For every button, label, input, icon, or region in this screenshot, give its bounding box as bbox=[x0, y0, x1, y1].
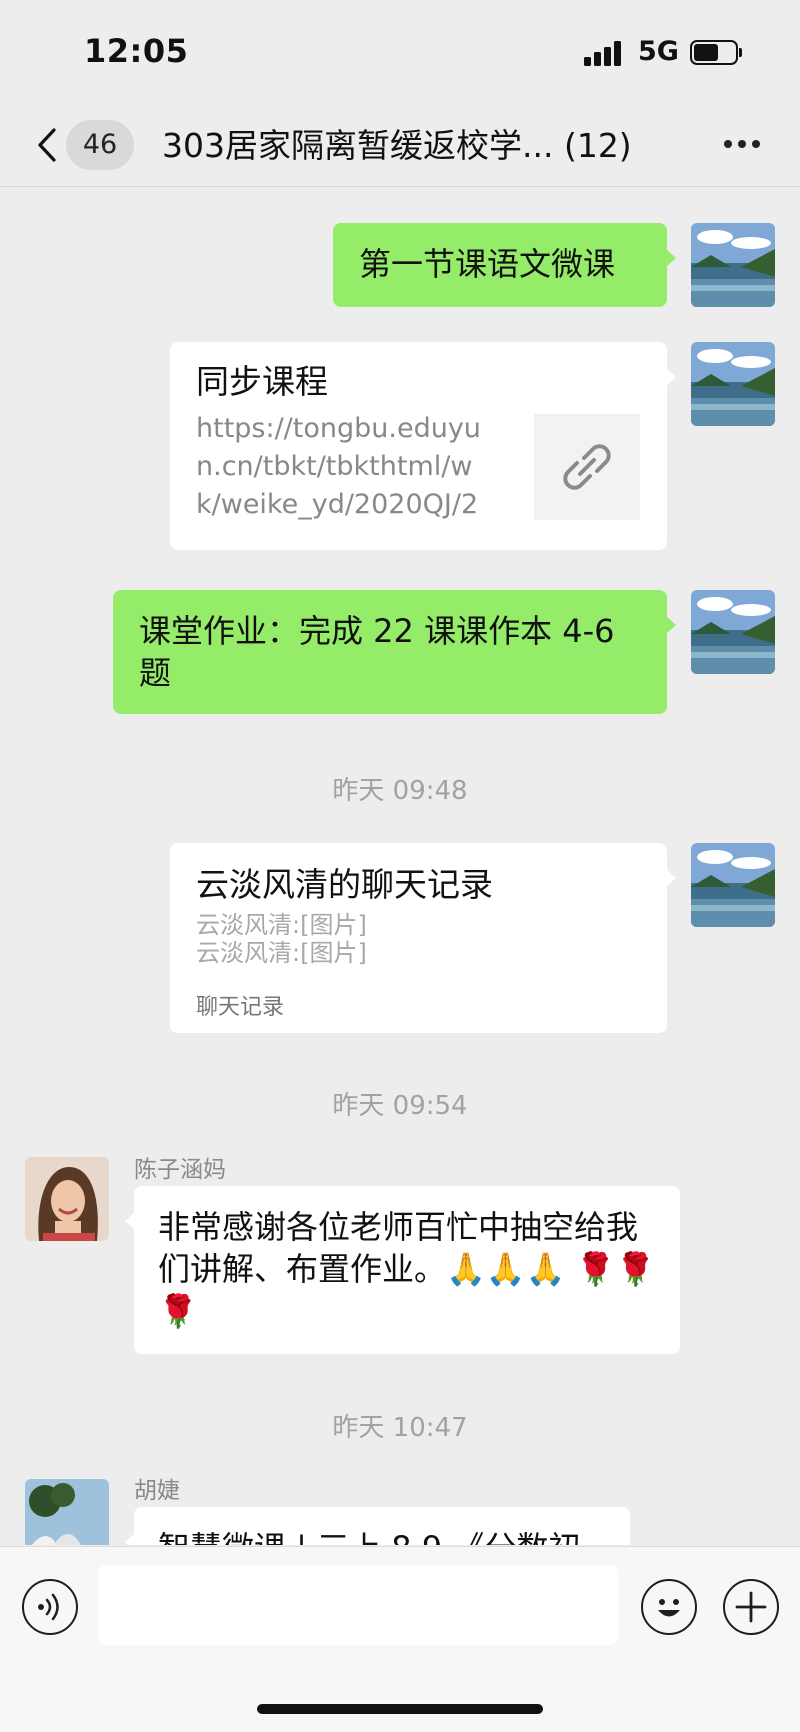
chat-record-line: 云淡风清:[图片] bbox=[196, 911, 367, 939]
my-avatar[interactable] bbox=[691, 843, 775, 927]
link-card-title: 同步课程 bbox=[196, 362, 328, 401]
message-bubble[interactable]: 智慧微课 | 三上 8.9 《分数初 bbox=[125, 1507, 630, 1545]
my-avatar[interactable] bbox=[691, 223, 775, 307]
link-card-bubble[interactable]: 同步课程 https://tongbu.eduyun.cn/tbkt/tbkth… bbox=[170, 342, 676, 550]
chat-title: 303居家隔离暂缓返校学... (12) bbox=[162, 126, 632, 165]
message-bubble[interactable]: 第一节课语文微课 bbox=[333, 223, 676, 307]
signal-icon bbox=[584, 40, 624, 66]
voice-icon[interactable] bbox=[22, 1579, 78, 1635]
status-bar: 12:05 5G bbox=[0, 0, 800, 110]
sender-avatar[interactable] bbox=[25, 1157, 109, 1241]
landscape-avatar-image bbox=[691, 223, 775, 307]
sender-name: 陈子涵妈 bbox=[134, 1157, 226, 1183]
emoji-icon[interactable] bbox=[641, 1579, 697, 1635]
timestamp: 昨天 09:48 bbox=[332, 776, 468, 806]
sender-name: 胡婕 bbox=[134, 1478, 180, 1504]
chat-record-bubble[interactable]: 云淡风清的聊天记录 云淡风清:[图片] 云淡风清:[图片] 聊天记录 bbox=[170, 843, 676, 1033]
my-avatar[interactable] bbox=[691, 342, 775, 426]
message-list[interactable]: 第一节课语文微课 同步课程 https://tongbu.eduyun.cn/t… bbox=[0, 187, 800, 1545]
network-type: 5G bbox=[638, 36, 679, 67]
unread-count-badge[interactable]: 46 bbox=[66, 120, 134, 170]
back-chevron-icon[interactable] bbox=[34, 122, 64, 168]
landscape-avatar-image bbox=[691, 590, 775, 674]
status-time: 12:05 bbox=[84, 32, 189, 70]
timestamp: 昨天 09:54 bbox=[332, 1091, 468, 1121]
link-card-url: https://tongbu.eduyun.cn/tbkt/tbkthtml/w… bbox=[196, 413, 481, 520]
landscape-avatar-image bbox=[691, 843, 775, 927]
home-indicator bbox=[257, 1704, 543, 1714]
message-input[interactable] bbox=[98, 1565, 618, 1645]
message-text: 课堂作业：完成 22 课课作本 4-6 题 bbox=[139, 612, 615, 692]
plus-icon[interactable] bbox=[723, 1579, 779, 1635]
chat-record-footer: 聊天记录 bbox=[196, 995, 285, 1020]
opera-house-avatar-image bbox=[25, 1479, 109, 1545]
chat-record-title: 云淡风清的聊天记录 bbox=[196, 865, 493, 904]
chat-header: 46 303居家隔离暂缓返校学... (12) bbox=[0, 110, 800, 187]
sender-avatar[interactable] bbox=[25, 1479, 109, 1545]
woman-portrait-avatar-image bbox=[25, 1157, 109, 1241]
timestamp: 昨天 10:47 bbox=[332, 1413, 468, 1443]
message-text: 第一节课语文微课 bbox=[359, 245, 616, 283]
message-text: 智慧微课 | 三上 8.9 《分数初 bbox=[158, 1529, 580, 1545]
battery-icon bbox=[690, 40, 742, 65]
link-icon bbox=[534, 414, 640, 520]
message-bubble[interactable]: 非常感谢各位老师百忙中抽空给我们讲解、布置作业。🙏🙏🙏 🌹🌹🌹 bbox=[125, 1186, 680, 1354]
message-bubble[interactable]: 课堂作业：完成 22 课课作本 4-6 题 bbox=[113, 590, 676, 714]
landscape-avatar-image bbox=[691, 342, 775, 426]
message-text: 非常感谢各位老师百忙中抽空给我们讲解、布置作业。🙏🙏🙏 🌹🌹🌹 bbox=[158, 1208, 656, 1330]
chat-record-line: 云淡风清:[图片] bbox=[196, 939, 367, 967]
my-avatar[interactable] bbox=[691, 590, 775, 674]
more-options-icon[interactable] bbox=[722, 136, 762, 152]
